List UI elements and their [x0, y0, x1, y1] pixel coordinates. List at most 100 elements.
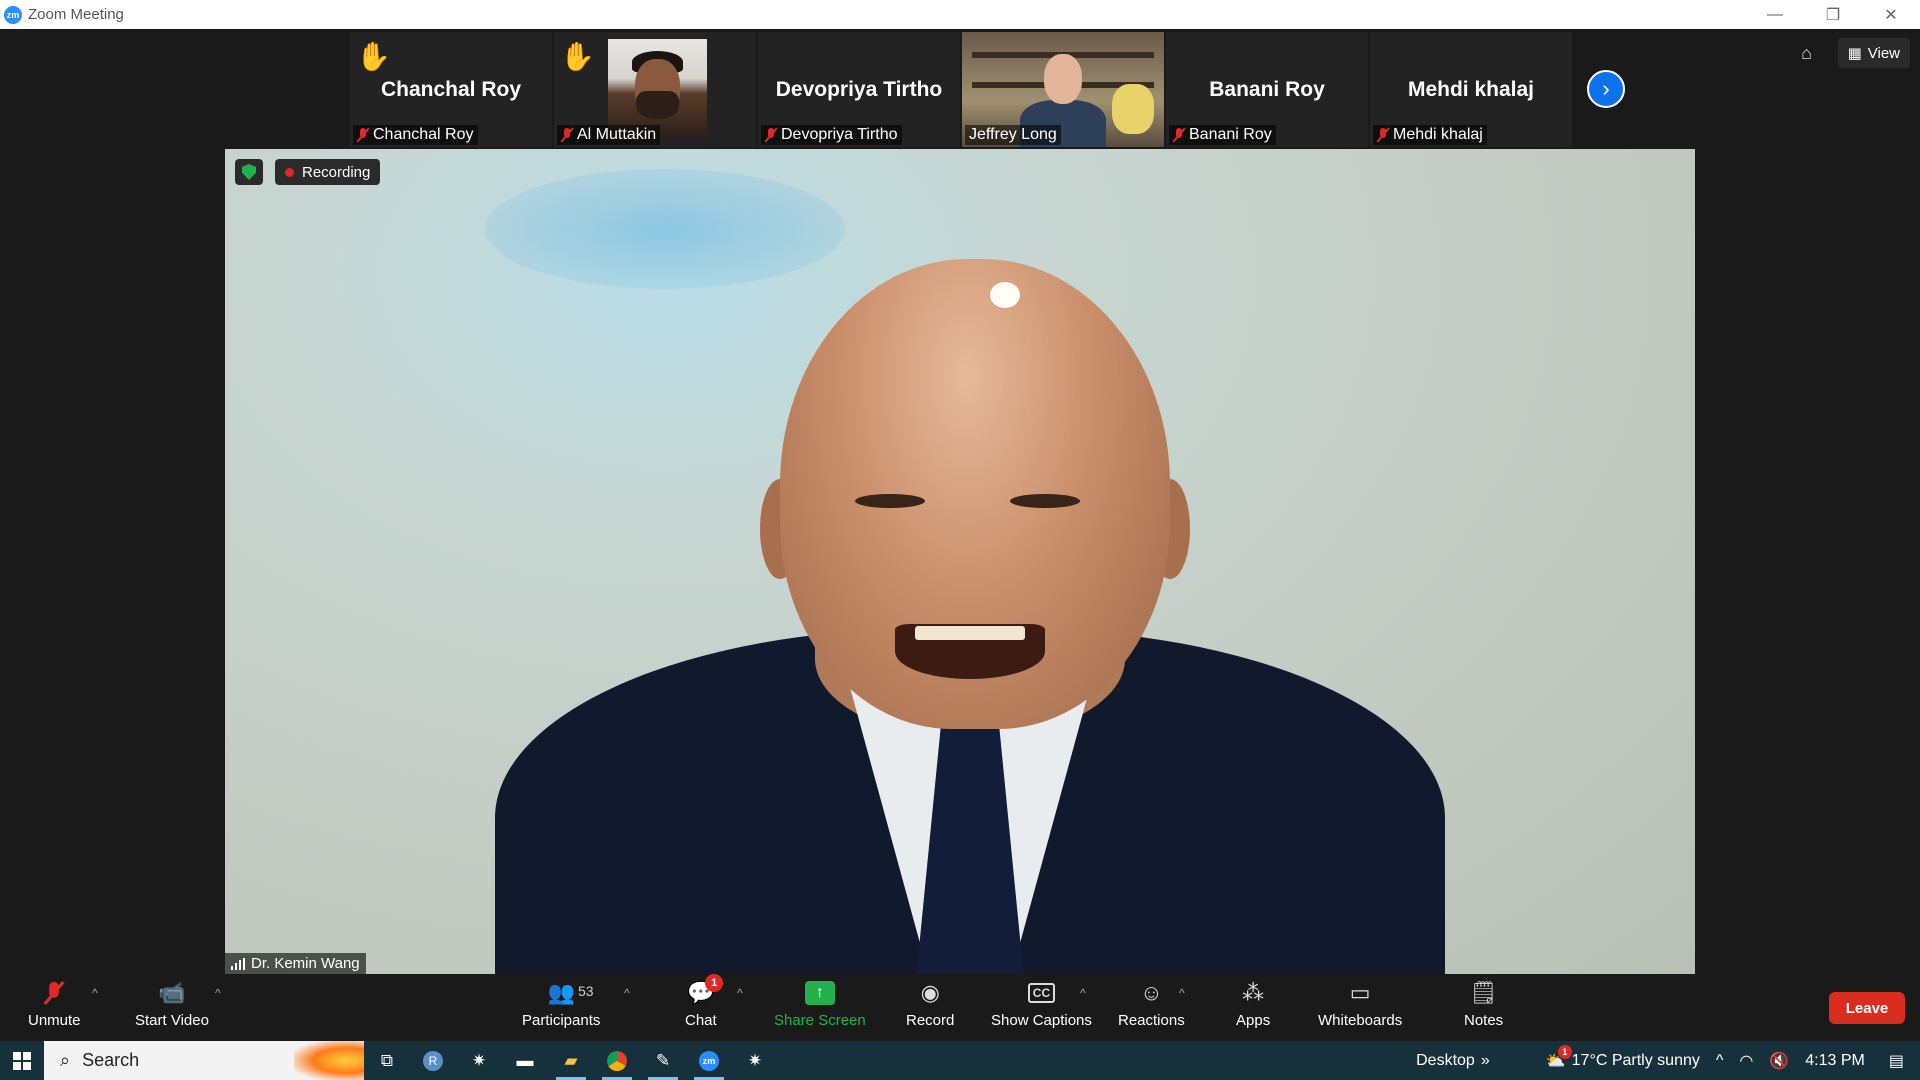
- reactions-options-chevron-icon[interactable]: ^: [1179, 986, 1185, 1000]
- zoom-logo-icon: zm: [4, 5, 22, 24]
- participant-display-name: Mehdi khalaj: [1407, 78, 1535, 101]
- view-label: View: [1867, 44, 1900, 62]
- start-button[interactable]: [0, 1041, 44, 1080]
- record-label: Record: [906, 1012, 955, 1029]
- recording-label: Recording: [302, 163, 371, 181]
- notepad-icon[interactable]: ✎: [640, 1041, 686, 1080]
- reactions-label: Reactions: [1118, 1012, 1185, 1029]
- participant-video: [608, 39, 707, 138]
- minimize-button[interactable]: —: [1746, 0, 1804, 29]
- clock[interactable]: 4:13 PM: [1797, 1052, 1873, 1070]
- desktop-toolbar[interactable]: Desktop »: [1408, 1052, 1498, 1070]
- chat-label: Chat: [685, 1012, 717, 1029]
- zoom-app-icon[interactable]: zm: [686, 1041, 732, 1080]
- participant-label-text: Mehdi khalaj: [1393, 126, 1483, 143]
- raised-hand-icon: ✋: [560, 41, 595, 72]
- participant-name-label: Chanchal Roy: [353, 125, 478, 145]
- leave-button[interactable]: Leave: [1829, 992, 1905, 1024]
- notes-icon: 🗒: [1469, 980, 1498, 1005]
- microphone-muted-icon: [48, 978, 60, 1008]
- recording-indicator[interactable]: Recording: [275, 159, 381, 185]
- apps-icon: ⁂: [1242, 980, 1265, 1005]
- app-gear-icon[interactable]: ✷: [732, 1041, 778, 1080]
- participant-display-name: Chanchal Roy: [380, 78, 522, 101]
- participant-strip: ✋ Chanchal Roy Chanchal Roy ✋ Al Muttaki…: [350, 32, 1572, 147]
- participants-icon: 👥: [547, 980, 575, 1005]
- r-app-icon[interactable]: R: [410, 1041, 456, 1080]
- participant-tile[interactable]: Banani Roy Banani Roy: [1166, 32, 1368, 147]
- window-controls: — ❐ ✕: [1746, 0, 1920, 29]
- share-screen-icon: ↑: [804, 978, 835, 1008]
- participants-button[interactable]: 👥 53 Participants: [522, 978, 600, 1029]
- chat-bubble-icon: 💬 1: [687, 974, 724, 1008]
- share-screen-label: Share Screen: [774, 1012, 866, 1029]
- windows-logo-icon: [13, 1051, 31, 1070]
- terminal-icon[interactable]: ▬: [502, 1041, 548, 1080]
- weather-badge: 1: [1557, 1044, 1572, 1059]
- participant-tile[interactable]: ✋ Al Muttakin: [554, 32, 756, 147]
- mic-muted-icon: [561, 128, 573, 142]
- desktop-label: Desktop: [1416, 1051, 1475, 1069]
- participant-tile[interactable]: Devopriya Tirtho Devopriya Tirtho: [758, 32, 960, 147]
- participant-name-label: Al Muttakin: [557, 125, 661, 145]
- view-button[interactable]: ▦ View: [1837, 38, 1910, 68]
- taskbar-search[interactable]: ⌕ Search: [44, 1041, 364, 1080]
- reactions-button[interactable]: ☺ Reactions: [1118, 978, 1185, 1029]
- encryption-shield-icon[interactable]: [235, 159, 263, 185]
- start-video-button[interactable]: 📹 Start Video: [135, 978, 209, 1029]
- record-button[interactable]: ◉ Record: [906, 978, 954, 1029]
- window-title: Zoom Meeting: [28, 6, 124, 23]
- title-bar: zm Zoom Meeting — ❐ ✕: [0, 0, 1920, 29]
- start-video-label: Start Video: [135, 1012, 209, 1029]
- participant-label-text: Devopriya Tirtho: [781, 126, 898, 143]
- mic-muted-icon: [1173, 128, 1185, 142]
- participant-name-label: Banani Roy: [1169, 125, 1276, 145]
- audio-options-chevron-icon[interactable]: ^: [92, 986, 98, 1000]
- participant-label-text: Jeffrey Long: [969, 126, 1057, 143]
- captions-options-chevron-icon[interactable]: ^: [1080, 986, 1086, 1000]
- raised-hand-icon: ✋: [356, 41, 391, 72]
- weather-sun-cloud-icon: ⛅ 1: [1546, 1044, 1572, 1071]
- apps-label: Apps: [1236, 1012, 1271, 1029]
- show-captions-button[interactable]: CC Show Captions: [991, 978, 1092, 1029]
- mic-muted-icon: [357, 128, 369, 142]
- next-page-chevron-icon[interactable]: ›: [1587, 70, 1625, 108]
- participant-tile[interactable]: Jeffrey Long: [962, 32, 1164, 147]
- speaker-name: Dr. Kemin Wang: [251, 955, 360, 972]
- participant-label-text: Banani Roy: [1189, 126, 1272, 143]
- participant-tile[interactable]: ✋ Chanchal Roy Chanchal Roy: [350, 32, 552, 147]
- show-captions-label: Show Captions: [991, 1012, 1092, 1029]
- participants-options-chevron-icon[interactable]: ^: [624, 986, 630, 1000]
- participant-tile[interactable]: Mehdi khalaj Mehdi khalaj: [1370, 32, 1572, 147]
- restore-button[interactable]: ❐: [1804, 0, 1862, 29]
- video-camera-off-icon: 📹: [158, 980, 186, 1005]
- chat-options-chevron-icon[interactable]: ^: [737, 986, 743, 1000]
- participant-label-text: Al Muttakin: [577, 126, 657, 143]
- weather-widget[interactable]: ⛅ 1 17°C Partly sunny: [1538, 1044, 1708, 1071]
- chat-button[interactable]: 💬 1 Chat: [685, 974, 724, 1029]
- wifi-icon[interactable]: ◠: [1731, 1051, 1761, 1071]
- close-button[interactable]: ✕: [1862, 0, 1920, 29]
- meeting-area: ✋ Chanchal Roy Chanchal Roy ✋ Al Muttaki…: [0, 29, 1920, 974]
- apps-button[interactable]: ⁂ Apps: [1236, 978, 1270, 1029]
- weather-text: 17°C Partly sunny: [1571, 1051, 1700, 1069]
- recording-dot-icon: [285, 167, 294, 177]
- settings-gear-icon[interactable]: ✷: [456, 1041, 502, 1080]
- share-screen-button[interactable]: ↑ Share Screen: [774, 978, 866, 1029]
- unmute-label: Unmute: [28, 1012, 81, 1029]
- task-view-icon[interactable]: ⧉: [364, 1041, 410, 1080]
- grid-icon: ▦: [1847, 45, 1862, 62]
- speaker-name-label: Dr. Kemin Wang: [225, 953, 366, 974]
- whiteboards-button[interactable]: ▭ Whiteboards: [1318, 978, 1402, 1029]
- file-explorer-icon[interactable]: ▰: [548, 1041, 594, 1080]
- immersive-view-icon[interactable]: ⌂: [1788, 38, 1826, 68]
- mic-muted-icon: [765, 128, 777, 142]
- show-hidden-icons-chevron-icon[interactable]: ^: [1708, 1052, 1732, 1070]
- participant-name-label: Mehdi khalaj: [1373, 125, 1487, 145]
- notifications-icon[interactable]: ▤: [1873, 1051, 1920, 1071]
- notes-button[interactable]: 🗒 Notes: [1464, 978, 1503, 1029]
- video-options-chevron-icon[interactable]: ^: [215, 986, 221, 1000]
- volume-muted-icon[interactable]: 🔇: [1761, 1051, 1797, 1071]
- unmute-button[interactable]: Unmute: [28, 978, 81, 1029]
- chrome-icon[interactable]: [594, 1041, 640, 1080]
